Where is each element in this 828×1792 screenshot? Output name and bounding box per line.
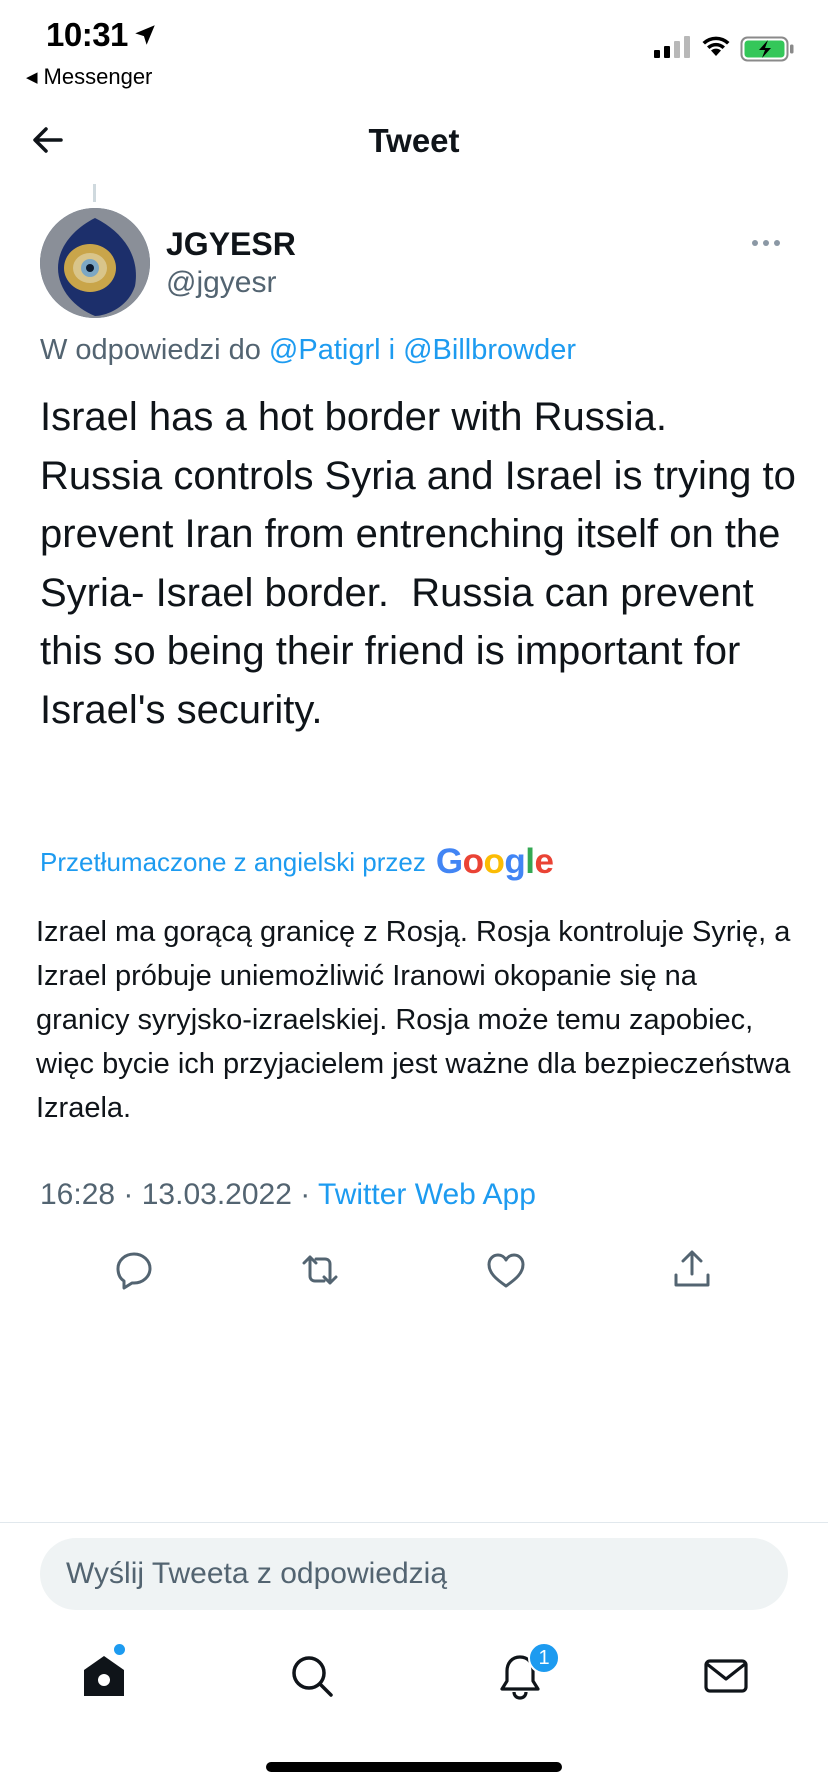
reply-targets-link[interactable]: @Patigrl i @Billbrowder (269, 334, 576, 366)
status-time: 10:31 (46, 16, 128, 53)
messages-icon[interactable] (702, 1652, 750, 1700)
home-icon[interactable] (80, 1652, 128, 1700)
home-new-indicator (114, 1644, 125, 1655)
share-icon[interactable] (670, 1248, 714, 1292)
avatar-image (40, 208, 150, 318)
reply-icon[interactable] (112, 1248, 156, 1292)
author-handle[interactable]: @jgyesr (166, 266, 276, 300)
tweet-source-link[interactable]: Twitter Web App (318, 1178, 536, 1211)
meta-separator: · (291, 1178, 319, 1211)
tweet-text: Israel has a hot border with Russia. Rus… (40, 395, 807, 732)
translated-label: Przetłumaczone z angielski przez (40, 846, 426, 877)
like-icon[interactable] (484, 1248, 528, 1292)
status-bar: 10:31 ◀ Messenger (0, 0, 828, 92)
divider (0, 1522, 828, 1523)
tweet-meta: 16:28 · 13.03.2022 · Twitter Web App (40, 1178, 536, 1212)
tweet-time: 16:28 (40, 1178, 116, 1211)
back-app-label: Messenger (43, 64, 153, 89)
cellular-signal-icon (654, 36, 690, 58)
google-logo: Google (435, 842, 554, 881)
location-arrow-icon (135, 25, 155, 45)
tweet-date: 13.03.2022 (141, 1178, 292, 1211)
reply-context: W odpowiedzi do @Patigrl i @Billbrowder (40, 334, 576, 367)
home-indicator[interactable] (266, 1762, 562, 1772)
page-title: Tweet (368, 122, 460, 159)
notification-badge: 1 (528, 1642, 560, 1674)
back-to-app-link[interactable]: ◀ Messenger (26, 64, 152, 90)
reply-prefix: W odpowiedzi do (40, 334, 269, 366)
search-icon[interactable] (288, 1652, 336, 1700)
wifi-icon (702, 36, 730, 56)
translated-by-label[interactable]: Przetłumaczone z angielski przez Google (40, 842, 554, 882)
nav-bar: Tweet (0, 100, 828, 180)
reply-input[interactable] (40, 1538, 788, 1610)
tweet-translation: Izrael ma gorącą granicę z Rosją. Rosja … (36, 916, 791, 1124)
retweet-icon[interactable] (298, 1248, 342, 1292)
avatar[interactable] (40, 208, 150, 318)
tweet-actions (0, 1248, 828, 1292)
back-triangle-icon: ◀ (26, 69, 38, 86)
thread-line (93, 184, 96, 202)
more-options-icon[interactable] (752, 240, 780, 246)
author-name[interactable]: JGYESR (166, 226, 296, 263)
meta-separator: · (115, 1178, 142, 1211)
battery-charging-icon (740, 36, 794, 62)
